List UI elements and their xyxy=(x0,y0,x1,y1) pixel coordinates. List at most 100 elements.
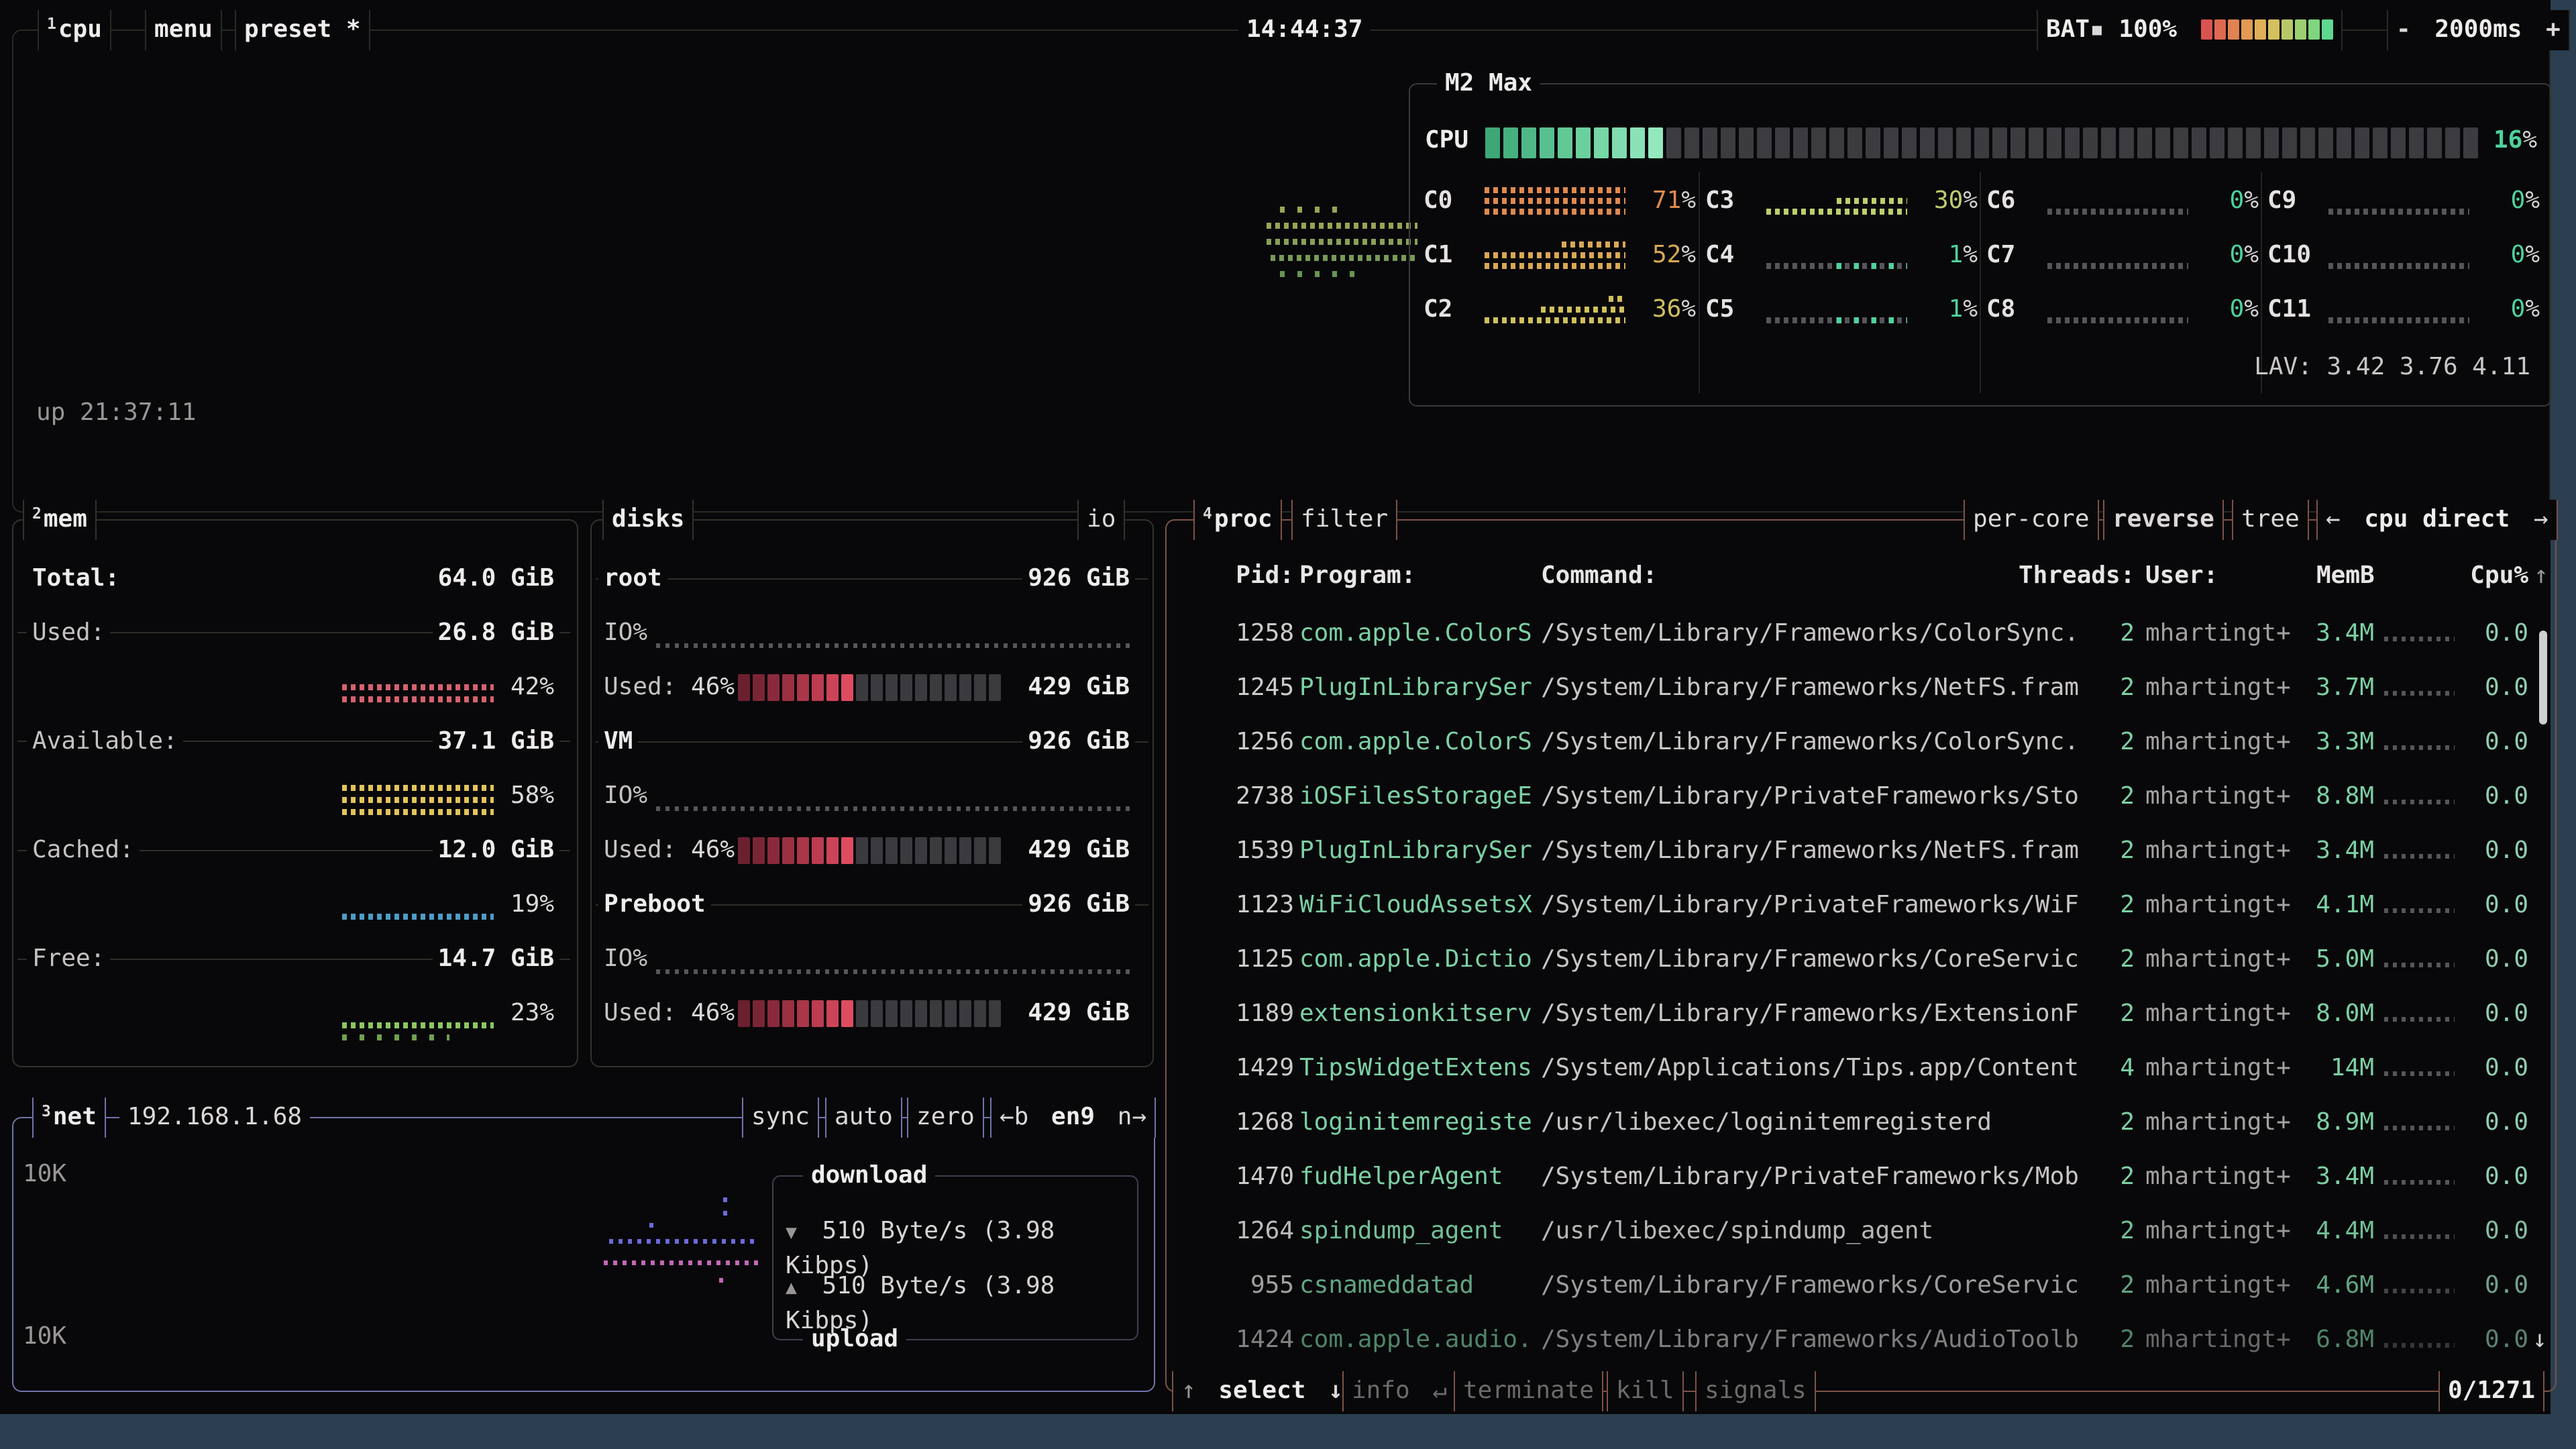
proc-percore-toggle[interactable]: per-core xyxy=(1964,500,2099,540)
meter-cell xyxy=(2308,19,2320,40)
core-c4: C41% xyxy=(1705,236,1978,275)
select-up-icon[interactable]: ↑ xyxy=(1181,1377,1196,1404)
meter-cell xyxy=(2409,127,2424,158)
core-c8: C80% xyxy=(1986,290,2259,329)
process-row[interactable]: 1258com.apple.ColorS/System/Library/Fram… xyxy=(1167,616,2555,650)
net-next-interface-button[interactable]: n→ xyxy=(1118,1103,1146,1130)
cpu-hotkey: 1 xyxy=(47,15,56,33)
net-sync-toggle[interactable]: sync xyxy=(742,1097,819,1138)
process-row[interactable]: 1470fudHelperAgent/System/Library/Privat… xyxy=(1167,1160,2555,1193)
process-row[interactable]: 1424com.apple.audio./System/Library/Fram… xyxy=(1167,1323,2555,1356)
tab-preset[interactable]: preset * xyxy=(235,10,370,50)
mem-free-percent: 23% xyxy=(505,998,559,1028)
meter-cell xyxy=(2282,19,2293,40)
net-auto-toggle[interactable]: auto xyxy=(825,1097,902,1138)
tab-mem[interactable]: 2mem xyxy=(23,500,97,540)
meter-cell xyxy=(2029,127,2043,158)
mem-hotkey: 2 xyxy=(32,505,42,523)
meter-cell xyxy=(2246,127,2261,158)
meter-cell xyxy=(1793,127,1808,158)
core-c11: C110% xyxy=(2267,290,2540,329)
process-row[interactable]: 955csnameddatad/System/Library/Framework… xyxy=(1167,1269,2555,1302)
proc-info-button[interactable]: info ↵ xyxy=(1342,1371,1456,1411)
meter-cell xyxy=(2264,127,2279,158)
meter-cell xyxy=(2174,127,2188,158)
process-row[interactable]: 1189extensionkitserv/System/Library/Fram… xyxy=(1167,997,2555,1030)
meter-cell xyxy=(1775,127,1790,158)
meter-cell xyxy=(1902,127,1917,158)
process-row[interactable]: 2738iOSFilesStorageE/System/Library/Priv… xyxy=(1167,780,2555,813)
process-row[interactable]: 1268loginitemregiste/usr/libexec/loginit… xyxy=(1167,1106,2555,1139)
process-row[interactable]: 1256com.apple.ColorS/System/Library/Fram… xyxy=(1167,725,2555,759)
tab-net[interactable]: 3net xyxy=(32,1097,106,1138)
meter-cell xyxy=(1992,127,2007,158)
tab-menu[interactable]: menu xyxy=(145,10,222,50)
tab-disks[interactable]: disks xyxy=(602,500,694,540)
net-zero-toggle[interactable]: zero xyxy=(907,1097,984,1138)
core-c7: C70% xyxy=(1986,236,2259,275)
mem-available-percent: 58% xyxy=(505,781,559,810)
tab-proc[interactable]: 4proc xyxy=(1193,500,1282,540)
net-interface-switcher[interactable]: ←b en9 n→ xyxy=(990,1097,1156,1138)
proc-scrollbar[interactable] xyxy=(2539,631,2547,724)
meter-cell xyxy=(2427,127,2442,158)
proc-terminate-button[interactable]: terminate xyxy=(1454,1371,1603,1411)
meter-cell xyxy=(1811,127,1826,158)
proc-signals-button[interactable]: signals xyxy=(1695,1371,1816,1411)
process-row[interactable]: 1429TipsWidgetExtens/System/Applications… xyxy=(1167,1051,2555,1085)
net-hotkey: 3 xyxy=(42,1103,51,1120)
cpu-model-title: M2 Max xyxy=(1437,64,1540,104)
meter-cell xyxy=(1956,127,1971,158)
meter-cell xyxy=(1974,127,1989,158)
sort-direction-icon[interactable]: ↑ xyxy=(2534,561,2548,590)
battery-icon: ▪ xyxy=(2090,15,2104,43)
download-label: download xyxy=(803,1156,935,1196)
sort-next-button[interactable]: → xyxy=(2534,505,2548,533)
interval-decrease-button[interactable]: - xyxy=(2396,15,2411,43)
memory-panel: 2mem Total: 64.0 GiB Used: 26.8 GiB 42% … xyxy=(12,519,578,1067)
process-row[interactable]: 1125com.apple.Dictio/System/Library/Fram… xyxy=(1167,943,2555,976)
proc-reverse-toggle[interactable]: reverse xyxy=(2103,500,2224,540)
meter-cell xyxy=(2228,19,2239,40)
process-row[interactable]: 1123WiFiCloudAssetsX/System/Library/Priv… xyxy=(1167,888,2555,922)
meter-cell xyxy=(1540,127,1554,158)
tab-io[interactable]: io xyxy=(1077,500,1125,540)
scroll-down-icon[interactable]: ↓ xyxy=(2532,1323,2547,1356)
sort-prev-button[interactable]: ← xyxy=(2326,505,2341,533)
meter-cell xyxy=(2083,127,2098,158)
interval-increase-button[interactable]: + xyxy=(2546,15,2561,43)
core-c2: C236% xyxy=(1424,290,1696,329)
proc-select-controls[interactable]: ↑ select ↓ xyxy=(1172,1371,1352,1411)
interval-value: 2000ms xyxy=(2434,15,2522,43)
disks-panel: disks io root926 GiBIO%Used: 46%429 GiBV… xyxy=(590,519,1154,1067)
cpu-detail-box: M2 Max CPU 16% C071%C152%C236%C330%C41%C… xyxy=(1409,83,2552,407)
net-speed-box: download upload ▼ 510 Byte/s (3.98 Kibps… xyxy=(772,1175,1138,1340)
process-row[interactable]: 1264spindump_agent/usr/libexec/spindump_… xyxy=(1167,1214,2555,1248)
meter-cell xyxy=(1829,127,1844,158)
core-c5: C51% xyxy=(1705,290,1978,329)
proc-tree-toggle[interactable]: tree xyxy=(2232,500,2309,540)
meter-cell xyxy=(2119,127,2134,158)
meter-cell xyxy=(1521,127,1536,158)
battery-meter xyxy=(2201,19,2333,40)
tab-cpu[interactable]: 1cpu xyxy=(38,10,111,50)
enter-icon: ↵ xyxy=(1432,1377,1447,1404)
proc-filter-button[interactable]: filter xyxy=(1291,500,1397,540)
proc-sort-selector[interactable]: ← cpu direct → xyxy=(2316,500,2558,540)
select-down-icon[interactable]: ↓ xyxy=(1328,1377,1343,1404)
meter-cell xyxy=(2318,127,2333,158)
net-scale-top: 10K xyxy=(23,1160,66,1187)
proc-position-counter: 0/1271 xyxy=(2438,1371,2544,1411)
net-prev-interface-button[interactable]: ←b xyxy=(1000,1103,1028,1130)
process-row[interactable]: 1245PlugInLibrarySer/System/Library/Fram… xyxy=(1167,671,2555,704)
meter-cell xyxy=(2282,127,2297,158)
process-row[interactable]: 1539PlugInLibrarySer/System/Library/Fram… xyxy=(1167,834,2555,867)
mem-cached-percent: 19% xyxy=(505,890,559,919)
meter-cell xyxy=(1576,127,1591,158)
meter-cell xyxy=(1666,127,1681,158)
divider xyxy=(1980,172,1981,393)
cpu-total-percent: 16% xyxy=(2443,126,2537,154)
meter-cell xyxy=(2210,127,2224,158)
proc-kill-button[interactable]: kill xyxy=(1607,1371,1684,1411)
meter-cell xyxy=(2192,127,2206,158)
